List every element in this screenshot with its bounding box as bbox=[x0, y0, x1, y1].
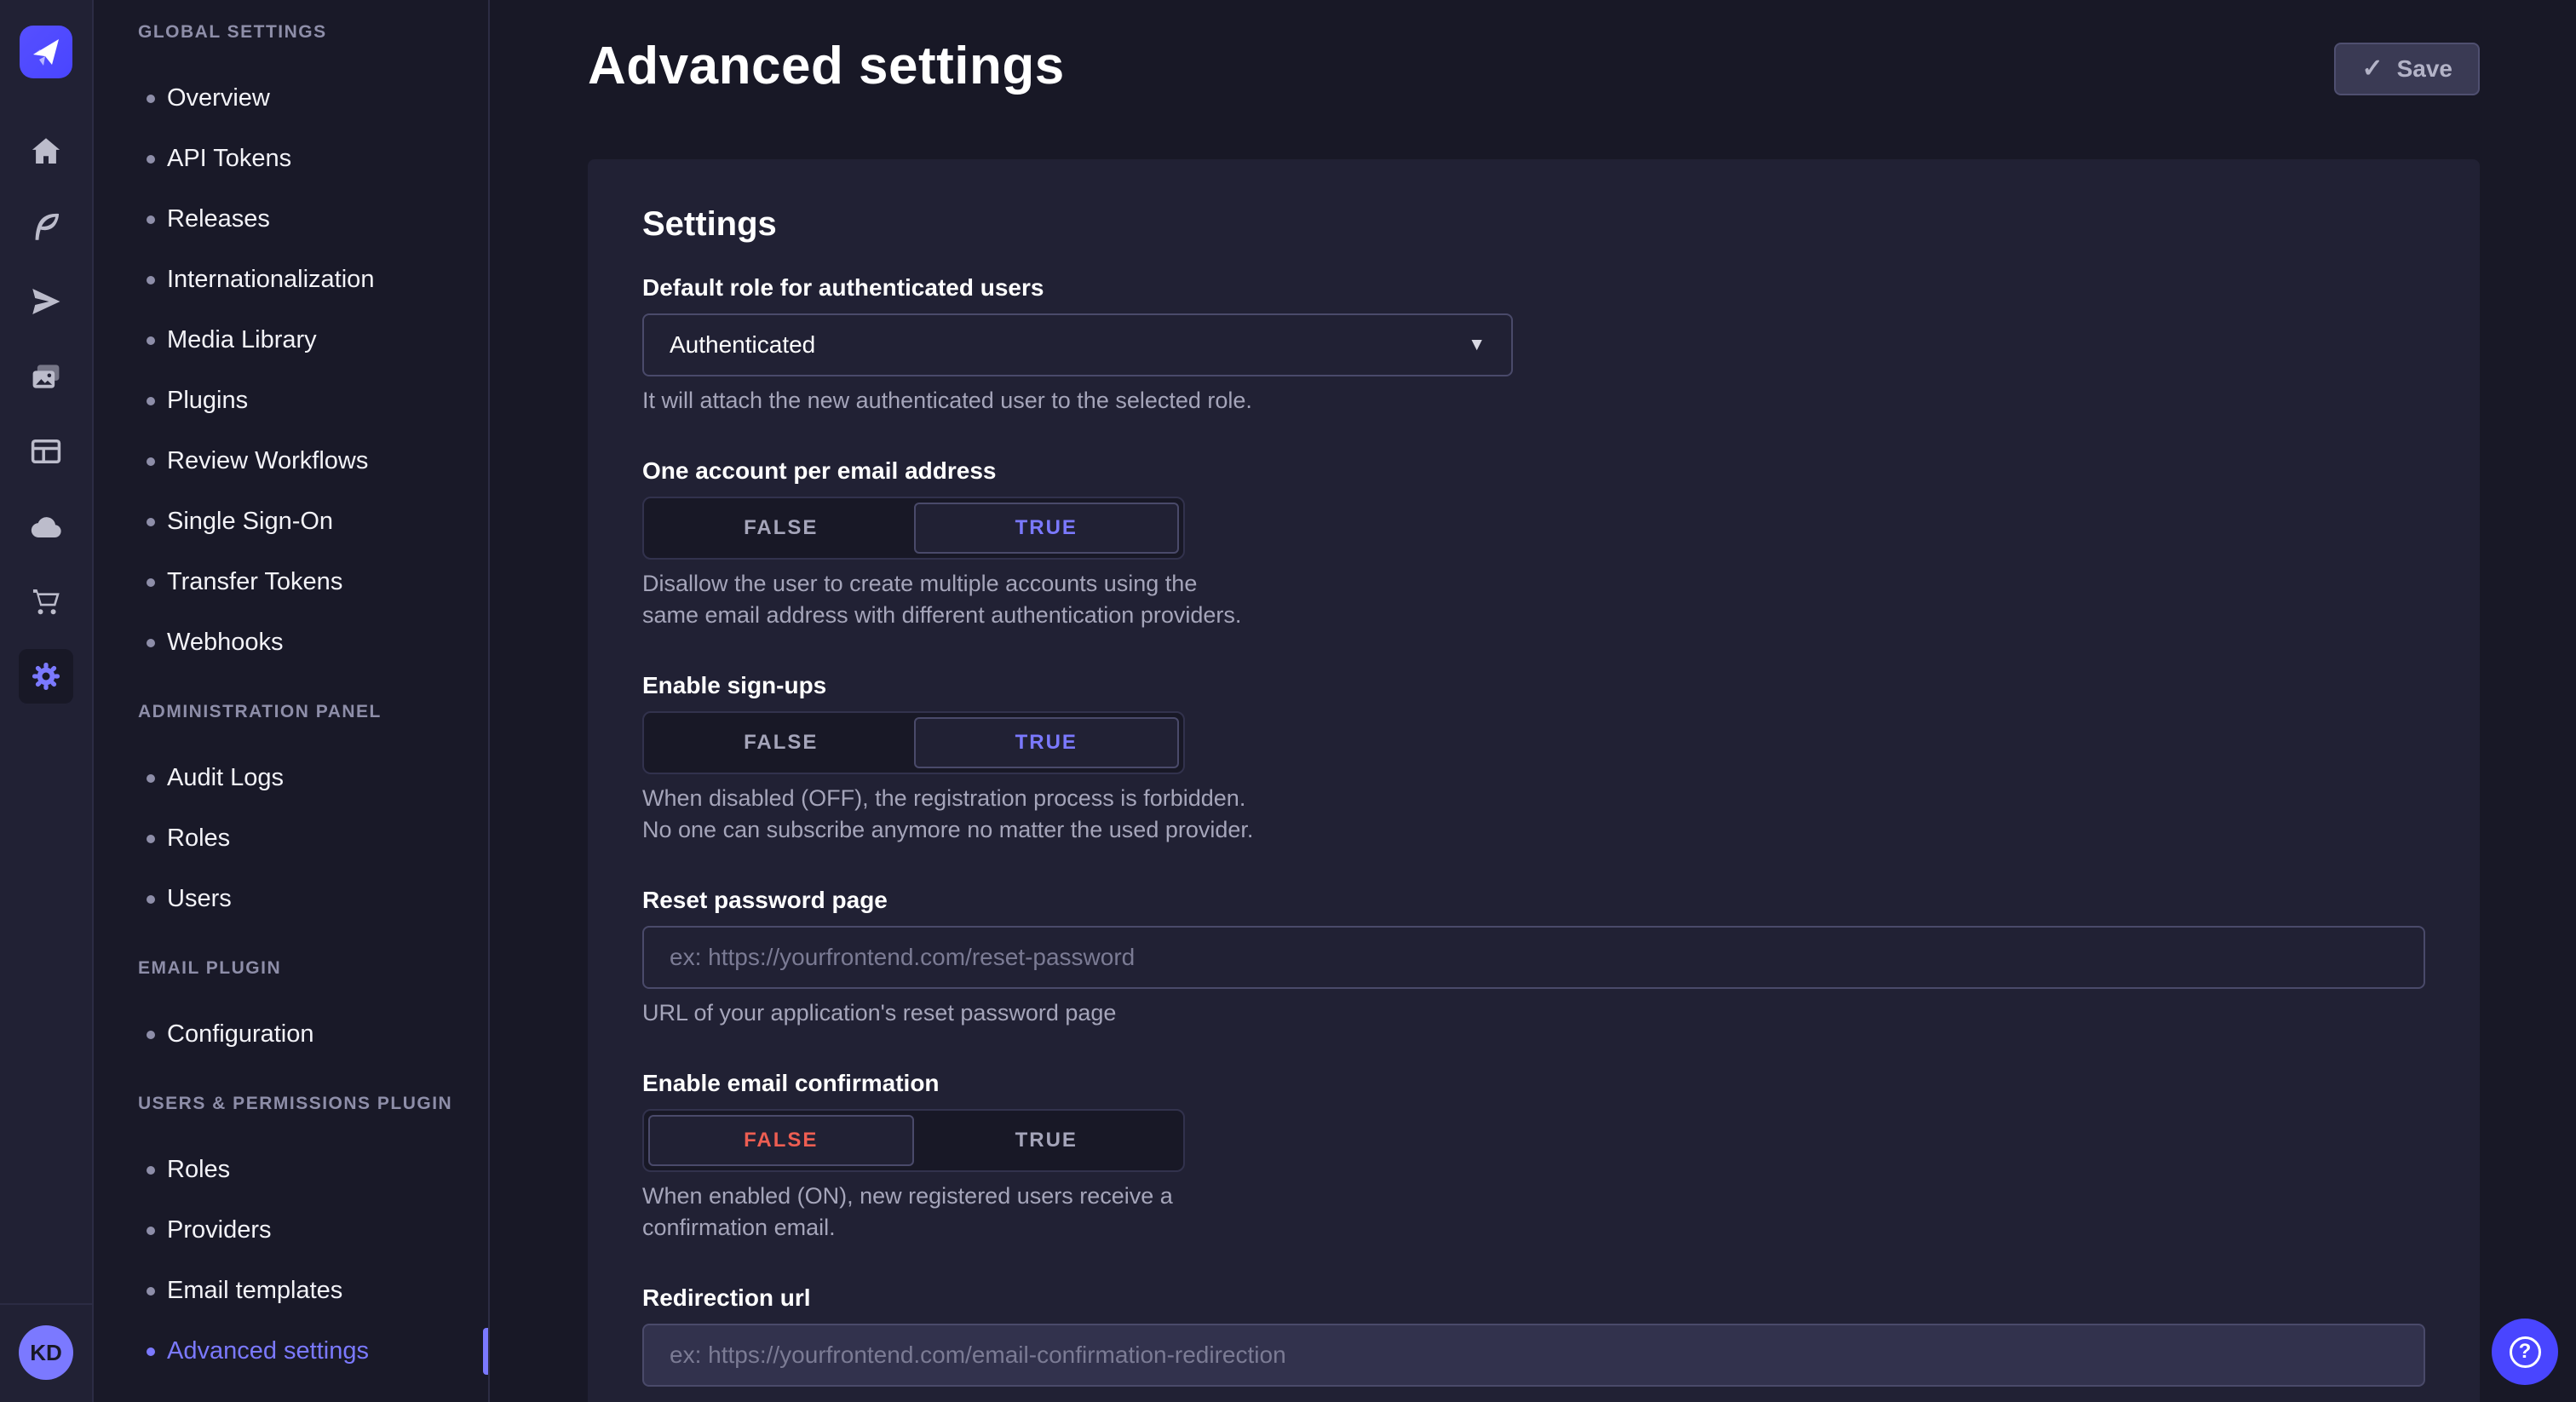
home-icon[interactable] bbox=[0, 114, 93, 189]
field-reset-password-page: Reset password page URL of your applicat… bbox=[642, 887, 2425, 1029]
check-icon: ✓ bbox=[2361, 56, 2383, 82]
subnav-item-overview[interactable]: Overview bbox=[94, 68, 488, 129]
field-redirection-url: Redirection url bbox=[642, 1284, 2425, 1387]
one-account-hint: Disallow the user to create multiple acc… bbox=[642, 568, 1259, 631]
sign-ups-toggle-false[interactable]: FALSE bbox=[648, 717, 914, 768]
subnav-item-providers[interactable]: Providers bbox=[94, 1200, 488, 1261]
subnav-item-advanced-settings[interactable]: Advanced settings bbox=[94, 1321, 488, 1382]
one-account-toggle-false[interactable]: FALSE bbox=[648, 503, 914, 554]
one-account-label: One account per email address bbox=[642, 457, 2425, 485]
sign-ups-hint: When disabled (OFF), the registration pr… bbox=[642, 783, 1259, 846]
sign-ups-toggle: FALSE TRUE bbox=[642, 711, 1185, 774]
subnav-item-roles[interactable]: Roles bbox=[94, 1140, 488, 1200]
reset-password-input[interactable] bbox=[642, 926, 2425, 989]
field-enable-sign-ups: Enable sign-ups FALSE TRUE When disabled… bbox=[642, 672, 2425, 846]
email-confirmation-toggle: FALSE TRUE bbox=[642, 1109, 1185, 1172]
subnav-header-global-settings: GLOBAL SETTINGS bbox=[94, 14, 488, 51]
question-mark-icon: ? bbox=[2510, 1336, 2541, 1368]
field-default-role: Default role for authenticated users Aut… bbox=[642, 274, 2425, 417]
strapi-logo bbox=[20, 26, 72, 78]
subnav-item-review-workflows[interactable]: Review Workflows bbox=[94, 431, 488, 491]
subnav-item-configuration[interactable]: Configuration bbox=[94, 1004, 488, 1065]
settings-panel: Settings Default role for authenticated … bbox=[588, 159, 2480, 1402]
page-title: Advanced settings bbox=[588, 36, 1065, 96]
default-role-value: Authenticated bbox=[670, 331, 815, 359]
subnav-item-roles[interactable]: Roles bbox=[94, 808, 488, 869]
subnav-item-transfer-tokens[interactable]: Transfer Tokens bbox=[94, 552, 488, 612]
send-icon[interactable] bbox=[0, 264, 93, 339]
subnav-item-single-sign-on[interactable]: Single Sign-On bbox=[94, 491, 488, 552]
reset-password-hint: URL of your application's reset password… bbox=[642, 997, 2425, 1029]
subnav-item-media-library[interactable]: Media Library bbox=[94, 310, 488, 371]
sign-ups-toggle-true[interactable]: TRUE bbox=[914, 717, 1180, 768]
field-one-account-per-email: One account per email address FALSE TRUE… bbox=[642, 457, 2425, 631]
save-button-label: Save bbox=[2397, 55, 2452, 83]
content-icon[interactable] bbox=[0, 189, 93, 264]
rail-icon-list bbox=[0, 114, 93, 714]
settings-subnav: GLOBAL SETTINGS OverviewAPI TokensRelease… bbox=[94, 0, 490, 1402]
default-role-hint: It will attach the new authenticated use… bbox=[642, 385, 2425, 417]
one-account-toggle-true[interactable]: TRUE bbox=[914, 503, 1180, 554]
subnav-item-email-templates[interactable]: Email templates bbox=[94, 1261, 488, 1321]
subnav-item-webhooks[interactable]: Webhooks bbox=[94, 612, 488, 673]
subnav-item-api-tokens[interactable]: API Tokens bbox=[94, 129, 488, 189]
field-enable-email-confirmation: Enable email confirmation FALSE TRUE Whe… bbox=[642, 1070, 2425, 1244]
default-role-select[interactable]: Authenticated ▼ bbox=[642, 313, 1513, 376]
cloud-icon[interactable] bbox=[0, 489, 93, 564]
chevron-down-icon: ▼ bbox=[1468, 335, 1486, 355]
page-header: Advanced settings ✓ Save bbox=[588, 36, 2480, 96]
subnav-header-administration-panel: ADMINISTRATION PANEL bbox=[94, 693, 488, 731]
subnav-header-email-plugin: EMAIL PLUGIN bbox=[94, 950, 488, 987]
help-button[interactable]: ? bbox=[2492, 1319, 2558, 1385]
media-library-icon[interactable] bbox=[0, 339, 93, 414]
main-nav-rail: KD bbox=[0, 0, 94, 1402]
redirection-url-label: Redirection url bbox=[642, 1284, 2425, 1312]
sign-ups-label: Enable sign-ups bbox=[642, 672, 2425, 699]
email-confirmation-toggle-true[interactable]: TRUE bbox=[914, 1115, 1180, 1166]
email-confirmation-hint: When enabled (ON), new registered users … bbox=[642, 1181, 1259, 1244]
settings-active-chip bbox=[19, 649, 73, 704]
panel-heading: Settings bbox=[642, 205, 2425, 244]
one-account-toggle: FALSE TRUE bbox=[642, 497, 1185, 560]
email-confirmation-label: Enable email confirmation bbox=[642, 1070, 2425, 1097]
rail-divider bbox=[0, 1303, 93, 1305]
subnav-item-releases[interactable]: Releases bbox=[94, 189, 488, 250]
main-content: Advanced settings ✓ Save Settings Defaul… bbox=[490, 0, 2576, 1402]
subnav-item-internationalization[interactable]: Internationalization bbox=[94, 250, 488, 310]
default-role-label: Default role for authenticated users bbox=[642, 274, 2425, 302]
strapi-logo-mark bbox=[20, 26, 72, 78]
subnav-item-users[interactable]: Users bbox=[94, 869, 488, 929]
subnav-item-plugins[interactable]: Plugins bbox=[94, 371, 488, 431]
settings-icon[interactable] bbox=[0, 639, 93, 714]
user-avatar[interactable]: KD bbox=[19, 1325, 73, 1380]
reset-password-label: Reset password page bbox=[642, 887, 2425, 914]
subnav-item-audit-logs[interactable]: Audit Logs bbox=[94, 748, 488, 808]
layout-icon[interactable] bbox=[0, 414, 93, 489]
redirection-url-input[interactable] bbox=[642, 1324, 2425, 1387]
subnav-sections: GLOBAL SETTINGS OverviewAPI TokensRelease… bbox=[94, 14, 488, 1382]
marketplace-icon[interactable] bbox=[0, 564, 93, 639]
subnav-header-users-permissions-plugin: USERS & PERMISSIONS PLUGIN bbox=[94, 1085, 488, 1123]
email-confirmation-toggle-false[interactable]: FALSE bbox=[648, 1115, 914, 1166]
save-button[interactable]: ✓ Save bbox=[2334, 43, 2480, 95]
